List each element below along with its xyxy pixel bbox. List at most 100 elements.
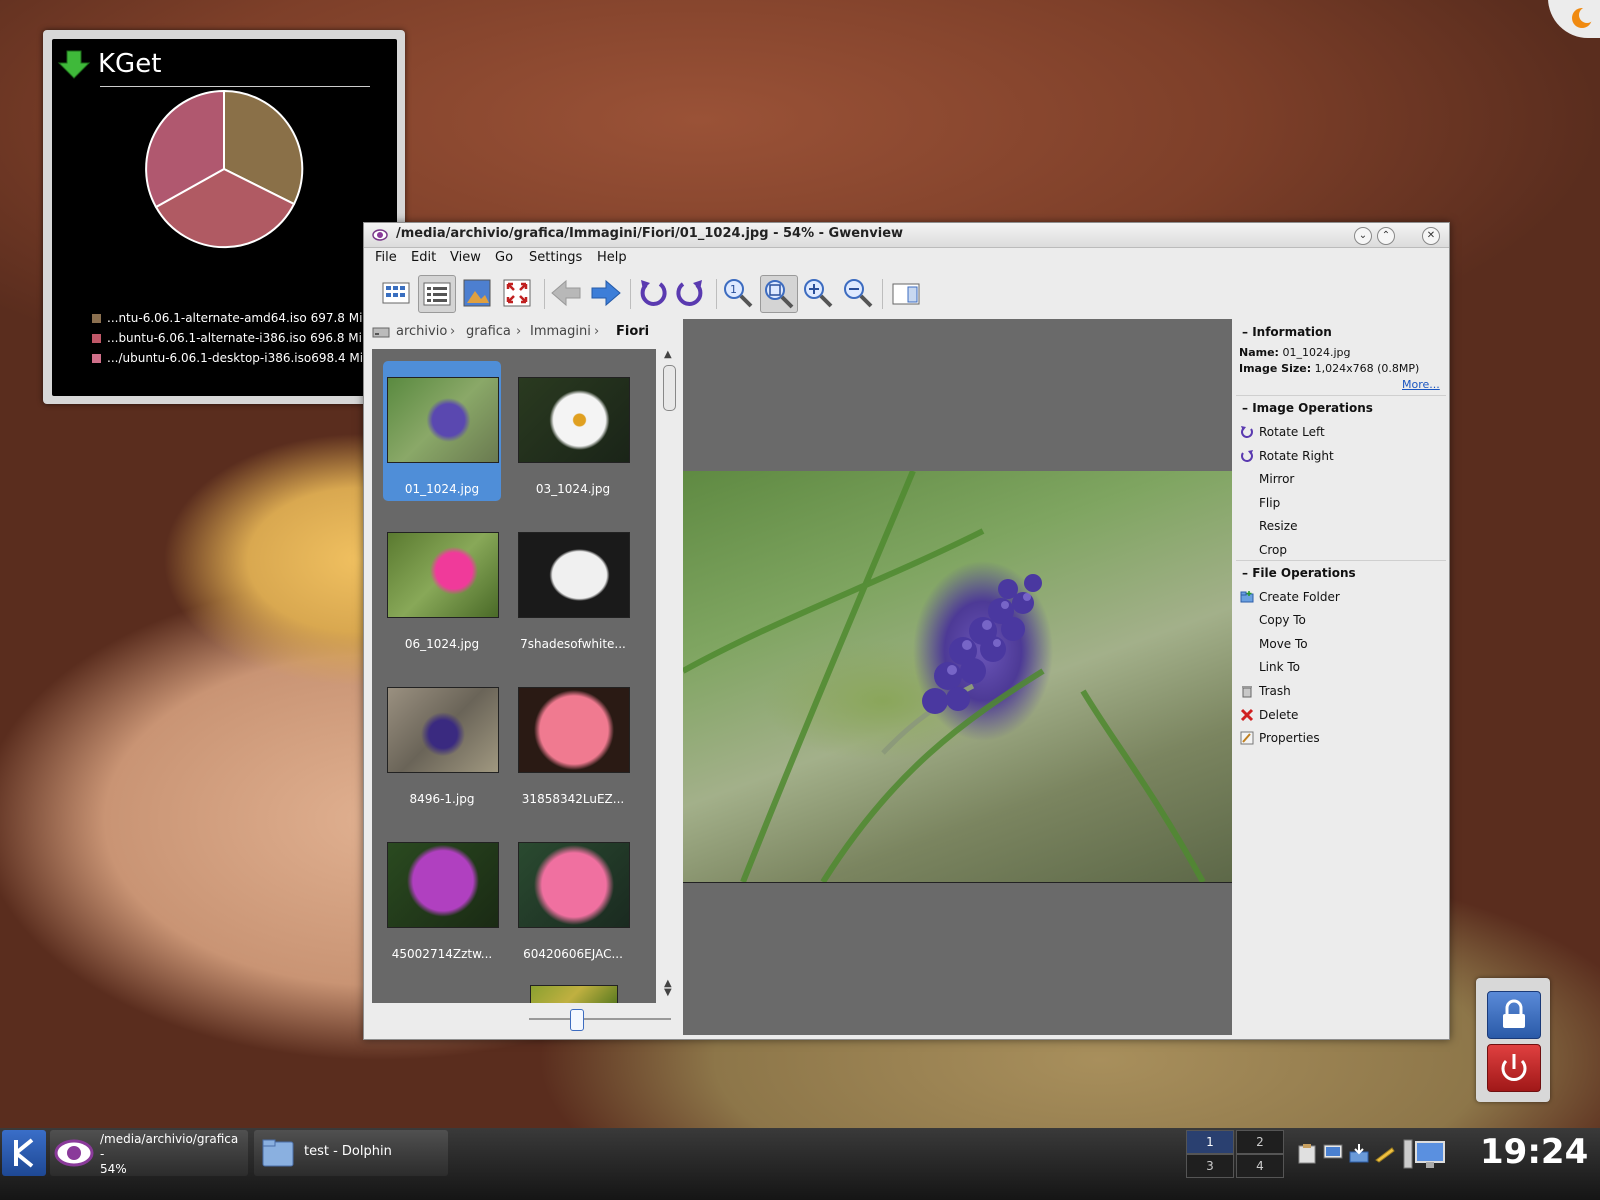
kget-title: KGet — [98, 49, 162, 79]
section-divider — [1236, 395, 1446, 396]
maximize-button[interactable]: ⌃ — [1377, 227, 1395, 245]
thumbnail-scrollbar[interactable]: ▲ ▲ ▼ — [660, 349, 678, 1003]
information-header[interactable]: – Information — [1242, 325, 1332, 339]
notes-icon[interactable] — [1374, 1142, 1396, 1164]
desktop-toolbox-corner[interactable] — [1548, 0, 1600, 38]
rotate-right-action[interactable]: Rotate Right — [1259, 449, 1334, 463]
thumbnail-item[interactable]: 60420606EJAC... — [514, 826, 632, 966]
kget-download-item[interactable]: ...buntu-6.06.1-alternate-i386.iso 696.8… — [92, 331, 362, 345]
clock[interactable]: 19:24 — [1480, 1132, 1588, 1172]
resize-action[interactable]: Resize — [1259, 519, 1297, 533]
browse-mode-button[interactable] — [378, 275, 414, 311]
toggle-sidebar-button[interactable] — [888, 275, 924, 311]
toolbar-separator — [630, 279, 631, 309]
slideshow-button[interactable] — [459, 275, 495, 311]
zoom-fit-button[interactable] — [760, 275, 798, 313]
fullscreen-button[interactable] — [499, 275, 535, 311]
scroll-down-icon[interactable]: ▲ ▼ — [664, 979, 672, 998]
thumbnail-partial[interactable] — [530, 985, 618, 1003]
gwenview-window: /media/archivio/grafica/Immagini/Fiori/0… — [363, 222, 1450, 1040]
thumbnail-item[interactable]: 45002714Zztw... — [383, 826, 501, 966]
kde-menu-button[interactable] — [2, 1130, 46, 1176]
menu-view[interactable]: View — [450, 250, 481, 265]
create-folder-action[interactable]: Create Folder — [1259, 590, 1340, 604]
trash-action[interactable]: Trash — [1259, 684, 1291, 698]
more-link[interactable]: More... — [1402, 378, 1440, 391]
thumbnail-size-slider[interactable] — [529, 1018, 671, 1020]
image-viewer[interactable] — [683, 319, 1232, 1035]
zoom-actual-button[interactable]: 1 — [720, 275, 756, 311]
properties-action[interactable]: Properties — [1259, 731, 1320, 745]
thumbnail-image — [387, 377, 499, 463]
pager-desktop-1[interactable]: 1 — [1186, 1130, 1234, 1154]
close-button[interactable]: ✕ — [1422, 227, 1440, 245]
kget-download-item[interactable]: .../ubuntu-6.06.1-desktop-i386.iso698.4 … — [92, 351, 363, 365]
menubar: File Edit View Go Settings Help — [364, 247, 1449, 269]
rotate-right-icon — [676, 280, 703, 306]
file-operations-header[interactable]: – File Operations — [1242, 566, 1356, 580]
breadcrumb-current[interactable]: Fiori — [616, 324, 649, 339]
menu-help[interactable]: Help — [597, 250, 627, 265]
zoom-out-button[interactable] — [840, 275, 876, 311]
legend-swatch — [92, 334, 101, 343]
download-tray-icon[interactable] — [1348, 1142, 1370, 1164]
show-desktop-icon[interactable] — [1402, 1136, 1446, 1172]
pager-desktop-4[interactable]: 4 — [1236, 1154, 1284, 1178]
link-to-action[interactable]: Link To — [1259, 660, 1300, 674]
minimize-button[interactable]: ⌄ — [1354, 227, 1372, 245]
thumbnail-image — [518, 377, 630, 463]
lock-screen-button[interactable] — [1487, 991, 1541, 1039]
thumbnail-item[interactable]: 06_1024.jpg — [383, 516, 501, 656]
clipboard-icon[interactable] — [1296, 1142, 1318, 1164]
rotate-right-icon — [1241, 450, 1253, 462]
breadcrumb-item[interactable]: grafica — [466, 324, 511, 339]
pager-desktop-3[interactable]: 3 — [1186, 1154, 1234, 1178]
info-name: Name: 01_1024.jpg — [1239, 346, 1351, 359]
task-gwenview[interactable]: /media/archivio/grafica - 54% — [50, 1130, 248, 1176]
breadcrumb-item[interactable]: archivio — [396, 324, 447, 339]
network-icon[interactable] — [1322, 1142, 1344, 1164]
flip-action[interactable]: Flip — [1259, 496, 1280, 510]
task-dolphin[interactable]: test - Dolphin — [254, 1130, 448, 1176]
previous-button[interactable] — [548, 275, 584, 311]
breadcrumb-item[interactable]: Immagini — [530, 324, 591, 339]
menu-file[interactable]: File — [375, 250, 397, 265]
drive-icon — [372, 327, 390, 338]
view-mode-button[interactable] — [418, 275, 456, 313]
thumbnail-item[interactable]: 7shadesofwhite... — [514, 516, 632, 656]
logout-button[interactable] — [1487, 1044, 1541, 1092]
crop-action[interactable]: Crop — [1259, 543, 1287, 557]
move-to-action[interactable]: Move To — [1259, 637, 1308, 651]
scrollbar-thumb[interactable] — [663, 365, 676, 411]
thumbnail-image — [387, 687, 499, 773]
rotate-right-button[interactable] — [673, 275, 709, 311]
zoom-original-icon: 1 — [724, 279, 753, 308]
menu-edit[interactable]: Edit — [411, 250, 436, 265]
thumbnail-item[interactable]: 03_1024.jpg — [514, 361, 632, 501]
pager-desktop-2[interactable]: 2 — [1236, 1130, 1284, 1154]
lock-logout-widget — [1476, 978, 1550, 1102]
window-titlebar[interactable]: /media/archivio/grafica/Immagini/Fiori/0… — [364, 223, 1449, 248]
folder-icon — [262, 1139, 294, 1167]
kget-download-item[interactable]: ...ntu-6.06.1-alternate-amd64.iso 697.8 … — [92, 311, 362, 325]
main-photo — [683, 471, 1232, 883]
thumbnail-item[interactable]: 31858342LuEZ... — [514, 671, 632, 811]
image-operations-header[interactable]: – Image Operations — [1242, 401, 1373, 415]
folder-new-icon — [1240, 591, 1254, 603]
menu-settings[interactable]: Settings — [529, 250, 582, 265]
thumbnail-item[interactable]: 01_1024.jpg — [383, 361, 501, 501]
copy-to-action[interactable]: Copy To — [1259, 613, 1306, 627]
scroll-up-icon[interactable]: ▲ — [664, 349, 672, 360]
zoom-in-button[interactable] — [800, 275, 836, 311]
menu-go[interactable]: Go — [495, 250, 513, 265]
svg-text:1: 1 — [730, 283, 737, 296]
mirror-action[interactable]: Mirror — [1259, 472, 1294, 486]
delete-action[interactable]: Delete — [1259, 708, 1298, 722]
thumbnail-item[interactable]: 8496-1.jpg — [383, 671, 501, 811]
rotate-left-action[interactable]: Rotate Left — [1259, 425, 1325, 439]
photo-drawing — [683, 471, 1206, 882]
thumbnail-view[interactable]: 01_1024.jpg 03_1024.jpg 06_1024.jpg 7sha… — [372, 349, 656, 1003]
slider-handle[interactable] — [570, 1009, 584, 1031]
next-button[interactable] — [588, 275, 624, 311]
rotate-left-button[interactable] — [634, 275, 670, 311]
